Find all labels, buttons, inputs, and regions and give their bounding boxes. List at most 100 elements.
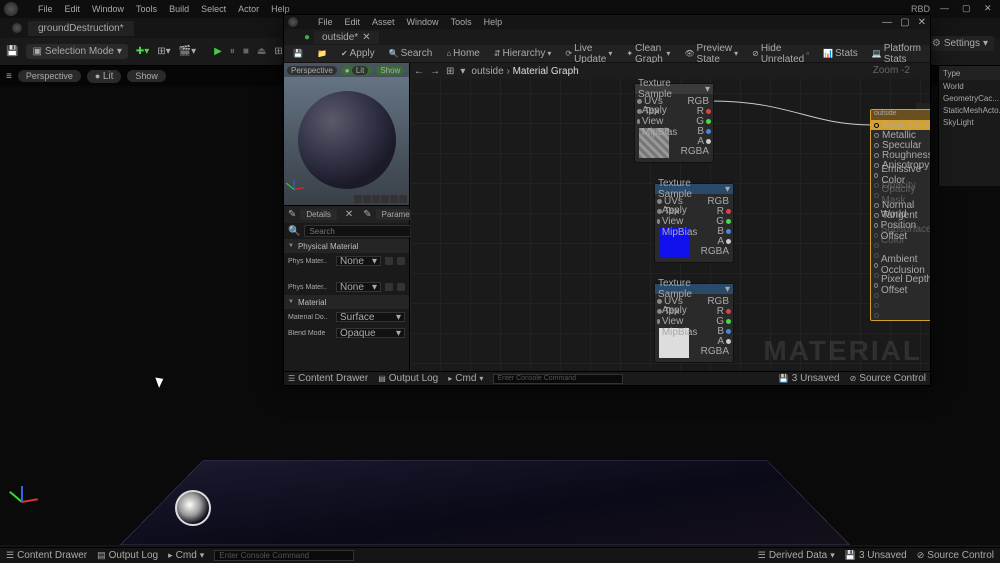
pause-icon[interactable]: ⏸: [230, 46, 235, 57]
material-watermark: MATERIAL: [763, 335, 922, 367]
nav-fwd-icon[interactable]: →: [430, 66, 440, 77]
mat-menu-window[interactable]: Window: [407, 17, 439, 27]
cmd-dropdown[interactable]: ▸ Cmd ▾: [168, 550, 204, 561]
output-log-button[interactable]: ▤ Output Log: [97, 550, 158, 561]
hide-unrelated-button[interactable]: ⊘ Hide Unrelated ▫: [747, 42, 814, 66]
menu-window[interactable]: Window: [92, 4, 124, 14]
play-icon[interactable]: ▶: [214, 46, 222, 57]
preview-perspective[interactable]: Perspective: [287, 66, 337, 75]
outliner-row[interactable]: GeometryCac...: [939, 92, 1000, 104]
material-tab[interactable]: outside* ✕: [314, 31, 379, 44]
cmd-dropdown[interactable]: ▸ Cmd ▾: [448, 373, 483, 384]
apply-button[interactable]: ✔ Apply: [336, 47, 380, 60]
preview-shape-icons[interactable]: [354, 195, 407, 203]
content-drawer-button[interactable]: ☰ Content Drawer: [288, 373, 368, 384]
menu-actor[interactable]: Actor: [238, 4, 259, 14]
menu-select[interactable]: Select: [201, 4, 226, 14]
menu-build[interactable]: Build: [169, 4, 189, 14]
light-gizmo[interactable]: [175, 490, 211, 526]
viewport-options-icon[interactable]: ≡: [6, 71, 12, 82]
prop-dropdown[interactable]: None▾: [336, 282, 381, 292]
prop-dropdown[interactable]: Opaque▾: [336, 328, 405, 338]
hierarchy-button[interactable]: ⇵ Hierarchy ▾: [489, 47, 557, 60]
search-button[interactable]: 🔍 Search: [384, 47, 438, 60]
chevron-down-icon[interactable]: ▾: [460, 66, 465, 77]
material-titlebar[interactable]: File Edit Asset Window Tools Help — ▢ ✕: [284, 15, 930, 29]
mat-menu-edit[interactable]: Edit: [345, 17, 361, 27]
sequencer-icon[interactable]: 🎬▾: [179, 46, 196, 57]
section-material[interactable]: Material: [284, 295, 409, 309]
maximize-icon[interactable]: ▢: [962, 3, 974, 15]
mat-menu-help[interactable]: Help: [484, 17, 503, 27]
derived-data-button[interactable]: ☰ Derived Data ▾: [758, 550, 835, 561]
mat-maximize-icon[interactable]: ▢: [900, 17, 909, 28]
browse-icon[interactable]: [397, 283, 405, 291]
outliner-row[interactable]: StaticMeshActo...: [939, 104, 1000, 116]
eject-icon[interactable]: ⏏: [257, 46, 266, 57]
output-log-button[interactable]: ▤ Output Log: [378, 373, 438, 384]
save-icon[interactable]: 💾: [6, 46, 18, 57]
menu-help[interactable]: Help: [271, 4, 290, 14]
console-input[interactable]: Enter Console Command: [214, 550, 354, 561]
source-control-button[interactable]: ⊘ Source Control: [850, 373, 926, 384]
details-tab[interactable]: Details: [300, 209, 336, 220]
section-physical-material[interactable]: Physical Material: [284, 239, 409, 253]
selection-mode-dropdown[interactable]: ▣ Selection Mode ▾: [26, 44, 127, 59]
save-button[interactable]: 💾: [288, 48, 308, 59]
preview-show[interactable]: Show: [376, 66, 404, 75]
clean-graph-button[interactable]: ✦ Clean Graph ▾: [621, 42, 675, 66]
mat-close-icon[interactable]: ✕: [918, 17, 926, 28]
show-pill[interactable]: Show: [127, 70, 166, 82]
mat-minimize-icon[interactable]: —: [882, 17, 892, 28]
outliner-header[interactable]: Type: [939, 66, 1000, 80]
use-icon[interactable]: [385, 257, 393, 265]
breadcrumb[interactable]: outside › Material Graph: [471, 66, 578, 77]
mat-menu-asset[interactable]: Asset: [372, 17, 395, 27]
home-button[interactable]: ⌂ Home: [441, 47, 485, 60]
nav-back-icon[interactable]: ←: [414, 66, 424, 77]
tab-close-icon[interactable]: ✕: [362, 32, 370, 43]
prop-dropdown[interactable]: None▾: [336, 256, 381, 266]
menu-tools[interactable]: Tools: [136, 4, 157, 14]
mat-menu-file[interactable]: File: [318, 17, 333, 27]
outliner-row[interactable]: SkyLight: [939, 116, 1000, 128]
use-icon[interactable]: [385, 283, 393, 291]
outliner-row[interactable]: World: [939, 80, 1000, 92]
add-icon[interactable]: ✚▾: [136, 46, 149, 57]
minimize-icon[interactable]: —: [940, 3, 952, 15]
perspective-pill[interactable]: Perspective: [18, 70, 81, 82]
material-preview-viewport[interactable]: Perspective ● Lit Show: [284, 63, 409, 205]
preview-state-button[interactable]: 👁 Preview State ▾: [679, 42, 743, 66]
project-tab[interactable]: groundDestruction*: [28, 21, 134, 36]
unsaved-button[interactable]: 💾 3 Unsaved: [779, 373, 840, 384]
graph-icon[interactable]: ⊞: [446, 66, 454, 77]
texture-sample-node[interactable]: Texture Sample▾ UVs Tex Apply View MipBi…: [634, 83, 714, 163]
menu-file[interactable]: File: [38, 4, 53, 14]
settings-button[interactable]: ⚙ Settings ▾: [926, 36, 994, 51]
content-drawer-button[interactable]: ☰ Content Drawer: [6, 550, 87, 561]
pin-icon[interactable]: ✎: [288, 209, 296, 220]
stop-icon[interactable]: ■: [243, 46, 249, 57]
unsaved-button[interactable]: 💾 3 Unsaved: [845, 550, 907, 561]
browse-button[interactable]: 📁: [312, 48, 332, 59]
close-icon[interactable]: ✕: [345, 209, 353, 220]
prop-dropdown[interactable]: Surface▾: [336, 312, 405, 322]
texture-sample-node[interactable]: Texture Sample▾ UVs Tex Apply View MipBi…: [654, 283, 734, 363]
console-input[interactable]: Enter Console Command: [493, 374, 623, 384]
pin-icon[interactable]: ✎: [363, 209, 371, 220]
texture-sample-node[interactable]: Texture Sample▾ UVs Tex Apply View MipBi…: [654, 183, 734, 263]
live-update-button[interactable]: ⟳ Live Update ▾: [560, 42, 617, 66]
material-graph[interactable]: ← → ⊞ ▾ outside › Material Graph Zoom -2…: [410, 63, 930, 371]
marketplace-icon[interactable]: ⊞▾: [157, 46, 170, 57]
source-control-button[interactable]: ⊘ Source Control: [917, 550, 994, 561]
lit-pill[interactable]: ● Lit: [87, 70, 122, 83]
stats-button[interactable]: 📊 Stats: [818, 47, 863, 60]
user-label[interactable]: RBD: [911, 4, 930, 14]
close-icon[interactable]: ✕: [984, 3, 996, 15]
menu-edit[interactable]: Edit: [65, 4, 81, 14]
mat-menu-tools[interactable]: Tools: [451, 17, 472, 27]
platform-stats-button[interactable]: 💻 Platform Stats: [867, 42, 926, 66]
preview-lit[interactable]: ● Lit: [341, 66, 373, 75]
browse-icon[interactable]: [397, 257, 405, 265]
material-result-node[interactable]: outside Base Color Metallic Specular Rou…: [870, 109, 930, 321]
